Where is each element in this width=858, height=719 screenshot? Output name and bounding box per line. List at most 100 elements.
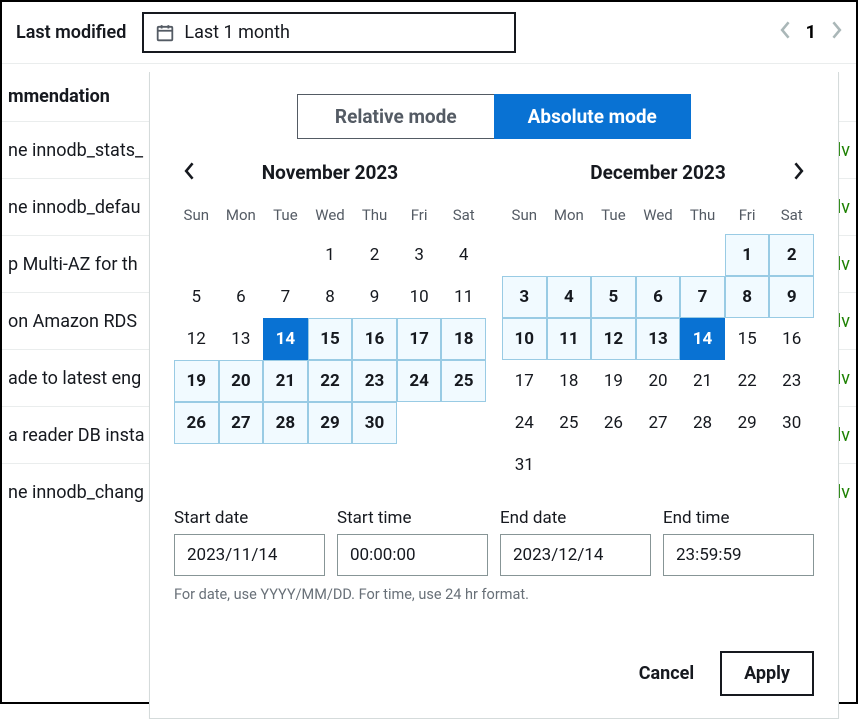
calendar-day[interactable]: 11 — [547, 318, 592, 360]
next-month-button[interactable] — [788, 157, 808, 189]
calendar-empty — [547, 234, 592, 276]
calendar-day[interactable]: 24 — [502, 402, 547, 444]
calendar-day[interactable]: 14 — [263, 318, 308, 360]
calendar-day[interactable]: 25 — [547, 402, 592, 444]
calendar-empty — [263, 234, 308, 276]
calendar-day[interactable]: 26 — [591, 402, 636, 444]
calendar-day[interactable]: 18 — [441, 318, 486, 360]
calendar-day[interactable]: 4 — [547, 276, 592, 318]
start-date-input[interactable] — [174, 534, 325, 576]
calendar-day[interactable]: 30 — [352, 402, 397, 444]
calendar-left-title: November 2023 — [262, 161, 398, 184]
calendar-empty — [636, 234, 681, 276]
filter-bar: Last modified Last 1 month 1 — [2, 2, 856, 64]
day-of-week-header: Fri — [725, 198, 770, 234]
date-filter-trigger[interactable]: Last 1 month — [142, 12, 516, 53]
calendar-day[interactable]: 20 — [636, 360, 681, 402]
calendar-day[interactable]: 16 — [352, 318, 397, 360]
calendar-day[interactable]: 21 — [263, 360, 308, 402]
calendar-day[interactable]: 23 — [352, 360, 397, 402]
calendar-day[interactable]: 13 — [219, 318, 264, 360]
calendar-day[interactable]: 15 — [725, 318, 770, 360]
calendar-day[interactable]: 19 — [591, 360, 636, 402]
calendar-day[interactable]: 22 — [725, 360, 770, 402]
calendar-day[interactable]: 3 — [397, 234, 442, 276]
day-of-week-header: Sun — [174, 198, 219, 234]
calendar-day[interactable]: 30 — [769, 402, 814, 444]
start-time-input[interactable] — [337, 534, 488, 576]
prev-month-button[interactable] — [180, 157, 200, 189]
row-text: a reader DB insta — [8, 425, 145, 446]
calendar-empty — [547, 444, 592, 486]
calendar-day[interactable]: 7 — [680, 276, 725, 318]
calendar-day[interactable]: 13 — [636, 318, 681, 360]
relative-mode-button[interactable]: Relative mode — [297, 94, 494, 139]
calendar-empty — [397, 402, 442, 444]
day-of-week-header: Fri — [397, 198, 442, 234]
pagination: 1 — [780, 20, 842, 45]
calendar-day[interactable]: 27 — [219, 402, 264, 444]
calendar-day[interactable]: 2 — [352, 234, 397, 276]
cancel-button[interactable]: Cancel — [631, 653, 702, 694]
calendar-day[interactable]: 5 — [174, 276, 219, 318]
calendar-day[interactable]: 26 — [174, 402, 219, 444]
day-of-week-header: Mon — [547, 198, 592, 234]
calendar-day[interactable]: 29 — [725, 402, 770, 444]
page-prev-button[interactable] — [780, 20, 792, 45]
calendar-day[interactable]: 29 — [308, 402, 353, 444]
calendar-empty — [769, 444, 814, 486]
calendar-day[interactable]: 9 — [769, 276, 814, 318]
calendar-day[interactable]: 19 — [174, 360, 219, 402]
calendar-day[interactable]: 8 — [308, 276, 353, 318]
calendar-empty — [680, 444, 725, 486]
calendar-day[interactable]: 15 — [308, 318, 353, 360]
calendar-day[interactable]: 18 — [547, 360, 592, 402]
calendar-empty — [591, 444, 636, 486]
calendar-day[interactable]: 28 — [680, 402, 725, 444]
calendar-day[interactable]: 4 — [441, 234, 486, 276]
filter-value: Last 1 month — [184, 22, 290, 43]
calendar-day[interactable]: 23 — [769, 360, 814, 402]
calendar-day[interactable]: 22 — [308, 360, 353, 402]
calendar-day[interactable]: 24 — [397, 360, 442, 402]
calendar-day[interactable]: 31 — [502, 444, 547, 486]
day-of-week-header: Mon — [219, 198, 264, 234]
calendar-day[interactable]: 11 — [441, 276, 486, 318]
calendar-day[interactable]: 10 — [502, 318, 547, 360]
calendar-day[interactable]: 5 — [591, 276, 636, 318]
day-of-week-header: Tue — [263, 198, 308, 234]
calendar-day[interactable]: 17 — [502, 360, 547, 402]
start-date-label: Start date — [174, 508, 325, 528]
calendar-day[interactable]: 16 — [769, 318, 814, 360]
day-of-week-header: Wed — [636, 198, 681, 234]
calendar-day[interactable]: 1 — [725, 234, 770, 276]
calendar-day[interactable]: 7 — [263, 276, 308, 318]
calendar-day[interactable]: 3 — [502, 276, 547, 318]
calendar-day[interactable]: 14 — [680, 318, 725, 360]
calendar-day[interactable]: 6 — [219, 276, 264, 318]
calendar-day[interactable]: 12 — [591, 318, 636, 360]
popover-footer: Cancel Apply — [174, 651, 814, 696]
apply-button[interactable]: Apply — [720, 651, 814, 696]
calendar-day[interactable]: 21 — [680, 360, 725, 402]
calendar-day[interactable]: 2 — [769, 234, 814, 276]
calendar-day[interactable]: 6 — [636, 276, 681, 318]
calendar-day[interactable]: 25 — [441, 360, 486, 402]
calendar-day[interactable]: 1 — [308, 234, 353, 276]
calendar-day[interactable]: 10 — [397, 276, 442, 318]
end-time-input[interactable] — [663, 534, 814, 576]
absolute-mode-button[interactable]: Absolute mode — [494, 94, 692, 139]
calendar-day[interactable]: 20 — [219, 360, 264, 402]
end-date-label: End date — [500, 508, 651, 528]
calendar-day[interactable]: 27 — [636, 402, 681, 444]
calendar-day[interactable]: 8 — [725, 276, 770, 318]
calendar-day[interactable]: 9 — [352, 276, 397, 318]
calendar-day[interactable]: 12 — [174, 318, 219, 360]
calendar-day[interactable]: 17 — [397, 318, 442, 360]
page-next-button[interactable] — [830, 20, 842, 45]
end-date-input[interactable] — [500, 534, 651, 576]
row-text: ne innodb_chang — [8, 482, 144, 503]
calendar-container: November 2023 SunMonTueWedThuFriSat12345… — [174, 161, 814, 486]
day-of-week-header: Sun — [502, 198, 547, 234]
calendar-day[interactable]: 28 — [263, 402, 308, 444]
